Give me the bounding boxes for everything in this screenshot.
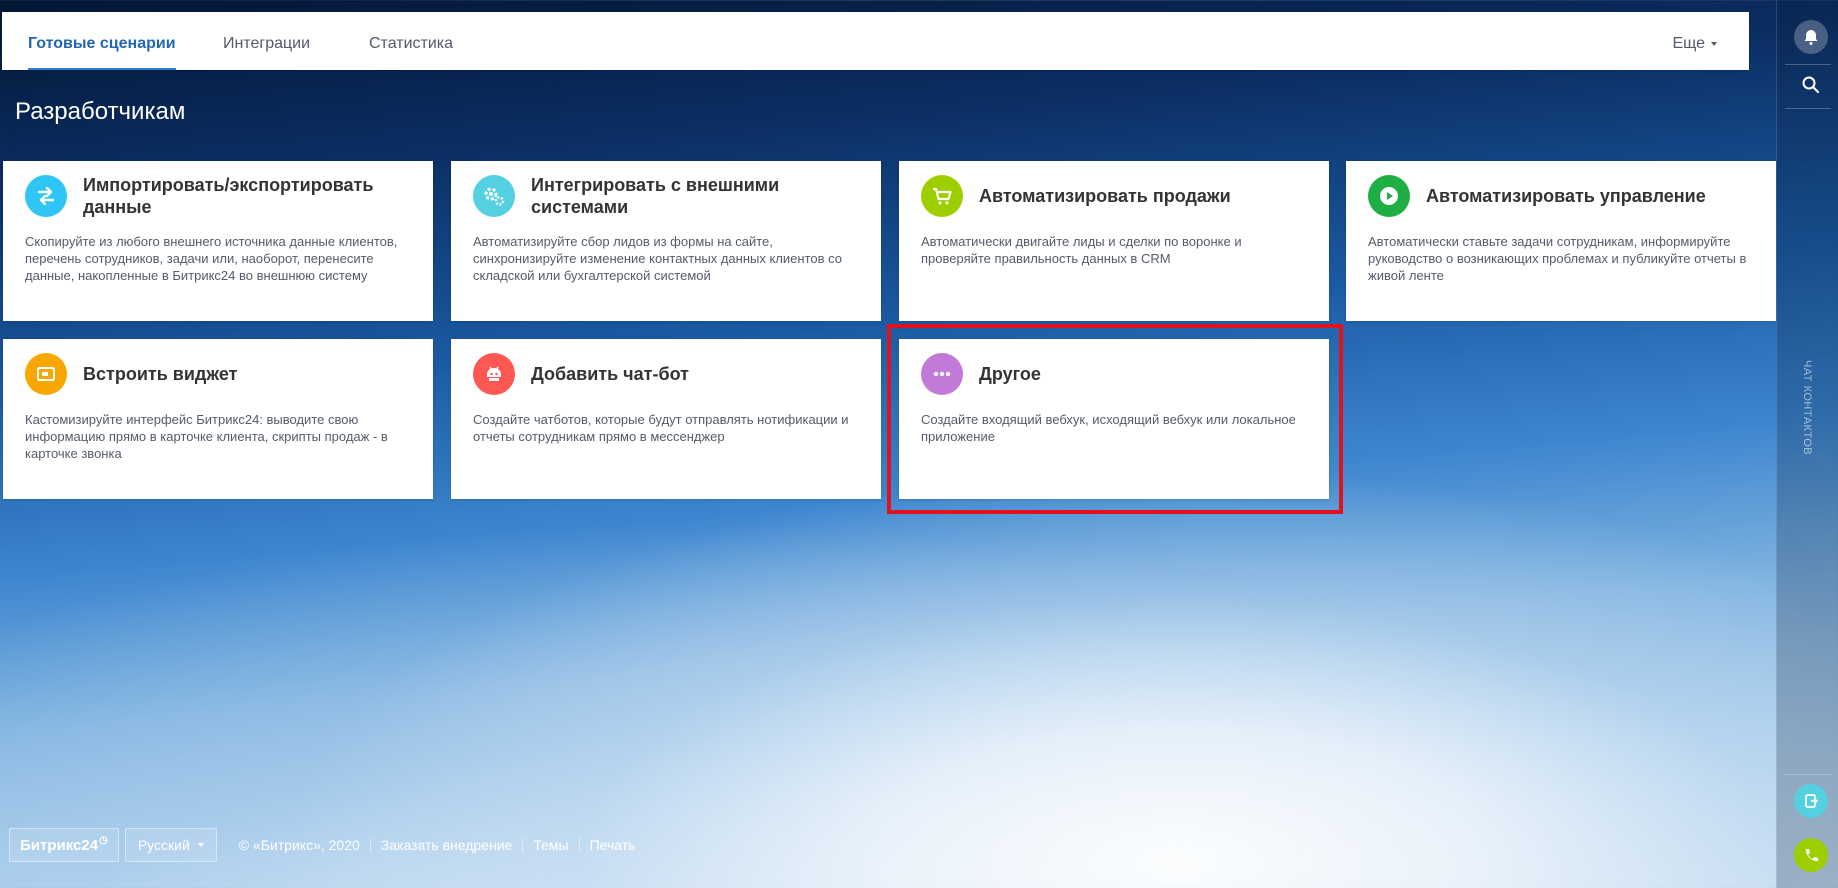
contacts-chat-label[interactable]: ЧАТ КОНТАКТОВ: [1801, 360, 1813, 455]
card-title: Автоматизировать управление: [1426, 186, 1706, 206]
tab-ready-scenarios[interactable]: Готовые сценарии: [28, 12, 176, 70]
language-label: Русский: [137, 837, 190, 853]
card-add-chatbot[interactable]: Добавить чат-бот Создайте чатботов, кото…: [451, 339, 881, 499]
card-title: Автоматизировать продажи: [979, 186, 1231, 206]
more-menu-button[interactable]: Еще: [1672, 12, 1717, 70]
tab-integrations[interactable]: Интеграции: [223, 12, 310, 70]
logo-text: Битрикс24: [20, 836, 99, 854]
themes-link[interactable]: Темы: [522, 838, 578, 852]
card-description: Создайте чатботов, которые будут отправл…: [473, 412, 849, 444]
highlight-frame: [887, 324, 1343, 514]
sidebar-divider: [1785, 64, 1831, 65]
sidebar-divider: [1785, 774, 1831, 775]
card-title: Встроить виджет: [83, 364, 238, 384]
card-description: Скопируйте из любого внешнего источника …: [25, 234, 398, 283]
page-title: Разработчикам: [15, 98, 186, 125]
notifications-bell-icon[interactable]: [1794, 20, 1828, 54]
card-import-export[interactable]: Импортировать/экспортировать данные Скоп…: [3, 161, 433, 321]
gears-icon: [473, 175, 515, 217]
widget-icon: [25, 353, 67, 395]
chevron-down-icon: [197, 843, 204, 847]
open-lines-icon[interactable]: [1794, 784, 1828, 818]
card-integrate-external[interactable]: Интегрировать с внешними системами Автом…: [451, 161, 881, 321]
card-embed-widget[interactable]: Встроить виджет Кастомизируйте интерфейс…: [3, 339, 433, 499]
card-description: Автоматически ставьте задачи сотрудникам…: [1368, 234, 1747, 283]
right-sidebar: ЧАТ КОНТАКТОВ: [1776, 0, 1838, 888]
footer: Битрикс24 ◷ Русский © «Битрикс», 2020 Зак…: [9, 828, 645, 862]
more-label: Еще: [1672, 35, 1705, 52]
card-title: Интегрировать с внешними системами: [531, 175, 780, 217]
clock-icon: ◷: [99, 834, 108, 846]
play-icon: [1368, 175, 1410, 217]
card-title: Импортировать/экспортировать данные: [83, 175, 374, 217]
language-selector[interactable]: Русский: [124, 828, 217, 862]
cart-icon: [921, 175, 963, 217]
search-icon[interactable]: [1794, 68, 1828, 102]
phone-call-icon[interactable]: [1794, 838, 1828, 872]
card-description: Кастомизируйте интерфейс Битрикс24: выво…: [25, 412, 388, 461]
order-implementation-link[interactable]: Заказать внедрение: [369, 838, 523, 852]
print-link[interactable]: Печать: [578, 838, 646, 852]
sidebar-divider: [1785, 108, 1831, 109]
card-description: Автоматизируйте сбор лидов из формы на с…: [473, 234, 842, 283]
card-title: Добавить чат-бот: [531, 364, 689, 384]
tab-statistics[interactable]: Статистика: [369, 12, 453, 70]
robot-icon: [473, 353, 515, 395]
card-description: Автоматически двигайте лиды и сделки по …: [921, 234, 1242, 266]
chevron-down-icon: [1711, 41, 1717, 46]
copyright-text: © «Битрикс», 2020: [238, 837, 360, 853]
card-automate-management[interactable]: Автоматизировать управление Автоматическ…: [1346, 161, 1776, 321]
bitrix24-logo[interactable]: Битрикс24 ◷: [9, 828, 119, 862]
top-navigation-bar: Готовые сценарии Интеграции Статистика Е…: [2, 12, 1749, 70]
card-automate-sales[interactable]: Автоматизировать продажи Автоматически д…: [899, 161, 1329, 321]
arrows-exchange-icon: [25, 175, 67, 217]
